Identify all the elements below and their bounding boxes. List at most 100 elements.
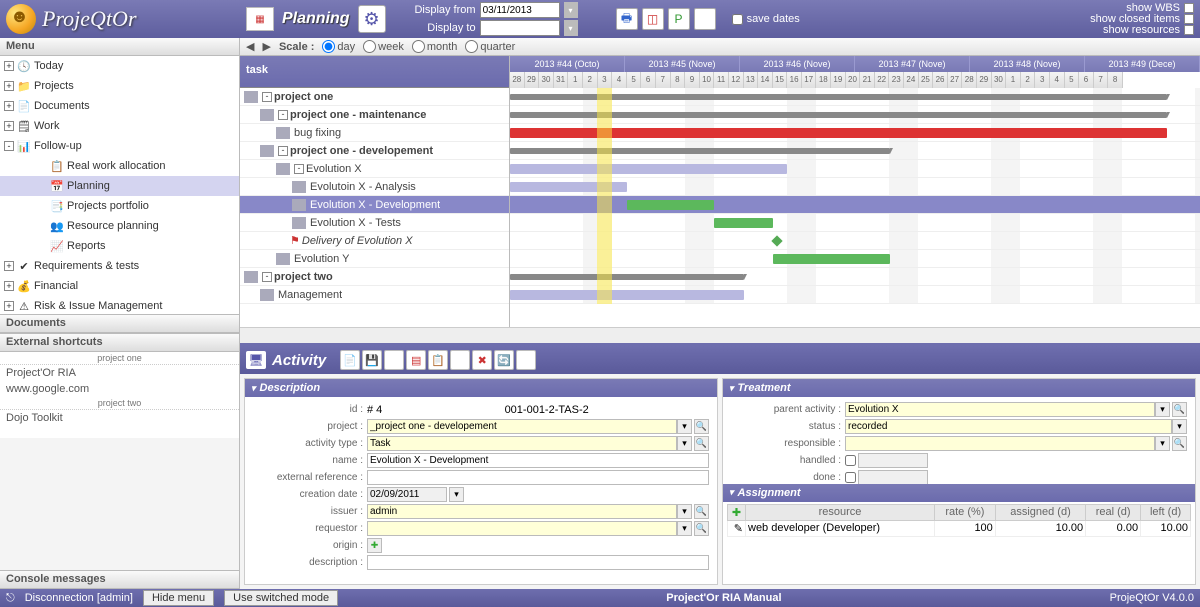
- dropdown-icon[interactable]: ▾: [677, 521, 692, 536]
- type-input[interactable]: [367, 436, 677, 451]
- new-button[interactable]: 📄: [340, 350, 360, 370]
- search-icon[interactable]: 🔍: [694, 436, 709, 451]
- dropdown-icon[interactable]: ▾: [564, 2, 578, 18]
- external-link[interactable]: Project'Or RIA: [0, 365, 239, 381]
- display-from-input[interactable]: [480, 2, 560, 18]
- gantt-bar[interactable]: [627, 200, 715, 210]
- gantt-bar[interactable]: [773, 254, 890, 264]
- nav-item[interactable]: 📈Reports: [0, 236, 239, 256]
- nav-item[interactable]: +🗒Work: [0, 116, 239, 136]
- gantt-milestone[interactable]: [771, 235, 782, 246]
- handled-checkbox[interactable]: [845, 453, 856, 468]
- task-row[interactable]: -project one: [240, 88, 509, 106]
- task-row[interactable]: bug fixing: [240, 124, 509, 142]
- expand-icon[interactable]: -: [278, 146, 288, 156]
- dropdown-icon[interactable]: ▾: [564, 20, 578, 36]
- scale-day-radio[interactable]: [322, 40, 335, 53]
- expand-icon[interactable]: +: [4, 281, 14, 291]
- dropdown-icon[interactable]: ▾: [1155, 402, 1170, 417]
- description-input[interactable]: [367, 555, 709, 570]
- expand-icon[interactable]: +: [4, 121, 14, 131]
- nav-item[interactable]: 📅Planning: [0, 176, 239, 196]
- add-icon[interactable]: ✚: [732, 507, 741, 519]
- gantt-bar[interactable]: [510, 290, 744, 300]
- gantt-summary-bar[interactable]: [510, 148, 890, 154]
- gantt-bar[interactable]: [510, 164, 787, 174]
- description-panel-header[interactable]: Description: [245, 379, 717, 397]
- show-resources-checkbox[interactable]: [1184, 25, 1194, 35]
- project-icon[interactable]: P: [668, 8, 690, 30]
- dropdown-icon[interactable]: ▾: [677, 436, 692, 451]
- scale-week-radio[interactable]: [363, 40, 376, 53]
- task-row[interactable]: -project two: [240, 268, 509, 286]
- table-row[interactable]: ✎web developer (Developer)10010.000.0010…: [728, 520, 1191, 536]
- display-to-input[interactable]: [480, 20, 560, 36]
- save-button[interactable]: 💾: [362, 350, 382, 370]
- undo-button[interactable]: ↶: [450, 350, 470, 370]
- nav-item[interactable]: +🕓Today: [0, 56, 239, 76]
- nav-item[interactable]: +✔Requirements & tests: [0, 256, 239, 276]
- save-dates-checkbox[interactable]: [732, 14, 743, 25]
- treatment-panel-header[interactable]: Treatment: [723, 379, 1195, 397]
- edit-icon[interactable]: ✎: [734, 523, 743, 535]
- dropdown-icon[interactable]: ▾: [1172, 419, 1187, 434]
- issuer-input[interactable]: [367, 504, 677, 519]
- nav-item[interactable]: +📄Documents: [0, 96, 239, 116]
- task-row[interactable]: Evolution X - Development: [240, 196, 509, 214]
- name-input[interactable]: [367, 453, 709, 468]
- external-header[interactable]: External shortcuts: [0, 334, 239, 352]
- expand-icon[interactable]: +: [4, 81, 14, 91]
- task-row[interactable]: Evolution X - Tests: [240, 214, 509, 232]
- extref-input[interactable]: [367, 470, 709, 485]
- scale-quarter-radio[interactable]: [465, 40, 478, 53]
- gantt-bar[interactable]: [714, 218, 772, 228]
- expand-icon[interactable]: +: [4, 301, 14, 311]
- search-icon[interactable]: 🔍: [694, 521, 709, 536]
- console-header[interactable]: Console messages: [0, 571, 239, 589]
- search-icon[interactable]: 🔍: [1172, 402, 1187, 417]
- print-icon[interactable]: 🖶: [616, 8, 638, 30]
- show-wbs-checkbox[interactable]: [1184, 3, 1194, 13]
- nav-item[interactable]: +⚠Risk & Issue Management: [0, 296, 239, 314]
- horizontal-scrollbar[interactable]: [240, 327, 1200, 343]
- hide-menu-button[interactable]: Hide menu: [143, 590, 214, 606]
- print-button[interactable]: 🖶: [384, 350, 404, 370]
- expand-icon[interactable]: -: [262, 92, 272, 102]
- resp-input[interactable]: [845, 436, 1155, 451]
- task-row[interactable]: Evolution Y: [240, 250, 509, 268]
- assignment-panel-header[interactable]: Assignment: [723, 484, 1195, 502]
- dropdown-icon[interactable]: ▾: [677, 504, 692, 519]
- switch-mode-button[interactable]: Use switched mode: [224, 590, 338, 606]
- delete-button[interactable]: ✖: [472, 350, 492, 370]
- expand-icon[interactable]: -: [262, 272, 272, 282]
- task-row[interactable]: -project one - maintenance: [240, 106, 509, 124]
- nav-item[interactable]: 👥Resource planning: [0, 216, 239, 236]
- cdate-input[interactable]: [367, 487, 447, 502]
- task-row[interactable]: ⚑ Delivery of Evolution X: [240, 232, 509, 250]
- show-closed-checkbox[interactable]: [1184, 14, 1194, 24]
- done-date[interactable]: [858, 470, 928, 484]
- task-row[interactable]: -project one - developement: [240, 142, 509, 160]
- external-link[interactable]: www.google.com: [0, 381, 239, 397]
- requestor-input[interactable]: [367, 521, 677, 536]
- copy-button[interactable]: 📋: [428, 350, 448, 370]
- export-icon[interactable]: ▦: [694, 8, 716, 30]
- search-icon[interactable]: 🔍: [1172, 436, 1187, 451]
- handled-date[interactable]: [858, 453, 928, 468]
- status-input[interactable]: [845, 419, 1172, 434]
- expand-icon[interactable]: +: [4, 101, 14, 111]
- pdf-icon[interactable]: ◫: [642, 8, 664, 30]
- parent-input[interactable]: [845, 402, 1155, 417]
- expand-icon[interactable]: +: [4, 261, 14, 271]
- dropdown-icon[interactable]: ▾: [1155, 436, 1170, 451]
- add-icon[interactable]: ✚: [367, 538, 382, 553]
- refresh-button[interactable]: 🔄: [494, 350, 514, 370]
- expand-icon[interactable]: -: [4, 141, 14, 151]
- expand-icon[interactable]: -: [294, 164, 304, 174]
- task-row[interactable]: Evolutoin X - Analysis: [240, 178, 509, 196]
- project-input[interactable]: [367, 419, 677, 434]
- mail-button[interactable]: ✉: [516, 350, 536, 370]
- nav-item[interactable]: +📁Projects: [0, 76, 239, 96]
- nav-item[interactable]: 📑Projects portfolio: [0, 196, 239, 216]
- dropdown-icon[interactable]: ▾: [449, 487, 464, 502]
